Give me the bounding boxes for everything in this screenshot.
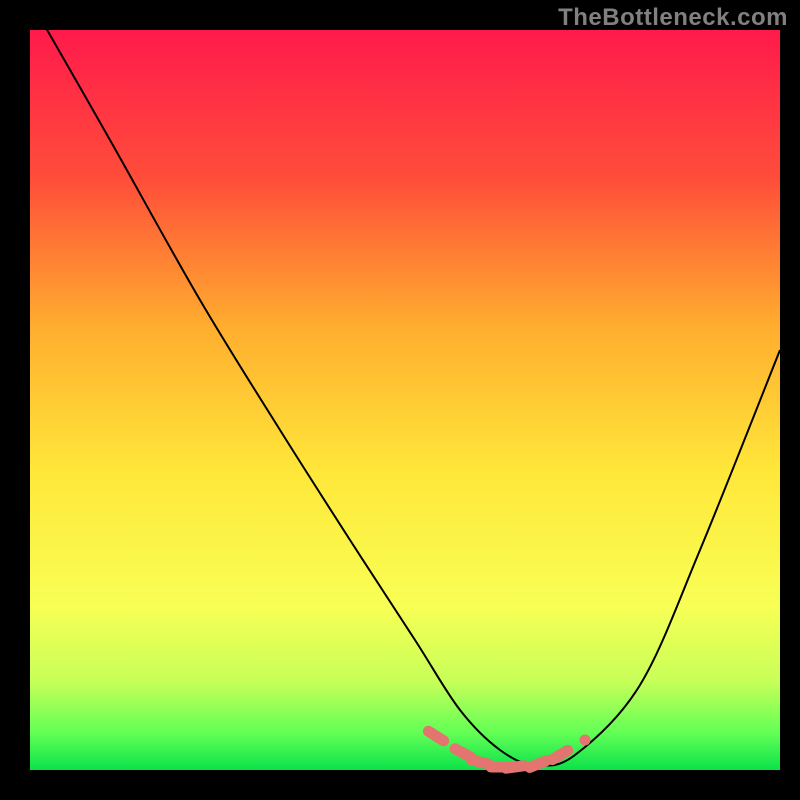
trough-marker [530, 761, 547, 768]
chart-stage: TheBottleneck.com [0, 0, 800, 800]
trough-marker [506, 766, 524, 768]
plot-area [30, 30, 780, 770]
watermark-text: TheBottleneck.com [558, 4, 788, 32]
chart-svg [0, 0, 800, 800]
trough-marker [471, 760, 488, 764]
